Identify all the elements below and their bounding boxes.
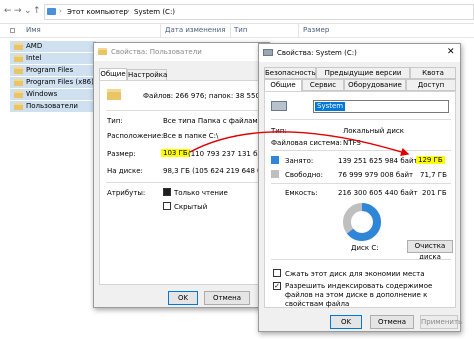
drive-cancel-button[interactable]: Отмена (370, 315, 414, 329)
compress-checkbox[interactable] (273, 269, 281, 277)
breadcrumb[interactable]: › Этот компьютер › System (C:) (44, 4, 474, 20)
hidden-label: Скрытый (174, 203, 208, 211)
folder-row[interactable]: Program Files (x86) (10, 77, 96, 89)
computer-icon (47, 8, 56, 15)
hidden-checkbox[interactable] (163, 202, 171, 210)
select-all-checkbox[interactable] (10, 28, 15, 33)
folder-row[interactable]: Program Files (10, 65, 96, 77)
disk-cleanup-button[interactable]: Очистка диска (407, 240, 453, 261)
folder-properties-dialog: Свойства: Пользователи Общие Настройка Ф… (93, 42, 277, 308)
folder-label: Intel (26, 54, 42, 62)
used-label: Занято: (285, 157, 314, 165)
tab-hardware[interactable]: Оборудование (344, 79, 406, 91)
folder-row[interactable]: Windows (10, 89, 96, 101)
recent-dropdown-icon[interactable]: ⌄ (24, 6, 32, 16)
readonly-checkbox[interactable] (163, 188, 171, 196)
location-value: Все в папке C:\ (163, 132, 219, 140)
size-value-highlight: 103 ГБ (161, 149, 190, 157)
folder-icon (14, 103, 23, 110)
folder-cancel-button[interactable]: Отмена (204, 291, 250, 305)
close-icon[interactable]: ✕ (447, 47, 455, 57)
readonly-label: Только чтение (174, 189, 228, 197)
folder-icon (14, 91, 23, 98)
capacity-size: 201 ГБ (422, 189, 447, 197)
drive-large-icon (271, 101, 287, 111)
attributes-label: Атрибуты: (107, 189, 146, 197)
folder-icon (98, 48, 107, 55)
disk-label: Диск C: (351, 244, 379, 252)
drive-properties-dialog: Свойства: System (C:) ✕ Безопасность Пре… (258, 43, 462, 332)
column-headers: Имя Дата изменения Тип Размер (0, 24, 474, 38)
on-disk-label: На диске: (107, 167, 143, 175)
filesystem-label: Файловая система: (271, 139, 343, 147)
tab-sharing[interactable]: Доступ (406, 79, 456, 91)
folder-icon (14, 43, 23, 50)
folder-label: Program Files (x86) (26, 78, 94, 86)
folder-summary: Файлов: 266 976; папок: 38 550 (143, 92, 260, 100)
drive-name-input[interactable]: System (313, 100, 449, 113)
folder-label: Пользователи (26, 102, 78, 110)
folder-row[interactable]: Пользователи (10, 101, 96, 113)
column-name[interactable]: Имя (26, 26, 41, 34)
drive-type-label: Тип: (271, 127, 287, 135)
folder-label: AMD (26, 42, 43, 50)
tab-previous-versions[interactable]: Предыдущие версии (316, 67, 410, 79)
column-type[interactable]: Тип (234, 26, 247, 34)
up-arrow-icon[interactable]: ↑ (33, 6, 41, 16)
folder-large-icon (107, 89, 121, 100)
index-label: Разрешить индексировать содержимое файло… (285, 282, 433, 308)
drive-dialog-titlebar: Свойства: System (C:) ✕ (259, 44, 460, 62)
forward-arrow-icon[interactable]: → (14, 6, 22, 16)
folder-row[interactable]: AMD (10, 41, 96, 53)
filesystem-value: NTFS (343, 139, 361, 147)
disk-usage-donut (343, 203, 381, 241)
capacity-label: Емкость: (285, 189, 318, 197)
breadcrumb-item-drive[interactable]: System (C:) (134, 8, 175, 16)
free-color-swatch (271, 170, 279, 178)
folder-dialog-title: Свойства: Пользователи (111, 48, 202, 56)
type-label: Тип: (107, 117, 123, 125)
compress-label: Сжать этот диск для экономии места (285, 270, 425, 278)
folder-ok-button[interactable]: OK (168, 291, 198, 305)
column-size[interactable]: Размер (303, 26, 329, 34)
apply-button[interactable]: Применить (420, 315, 462, 329)
used-color-swatch (271, 156, 279, 164)
drive-ok-button[interactable]: OK (330, 315, 362, 329)
drive-name-value: System (315, 102, 346, 111)
tab-quota[interactable]: Квота (410, 67, 456, 79)
folder-icon (14, 79, 23, 86)
folder-general-panel: Файлов: 266 976; папок: 38 550 Тип: Все … (99, 80, 277, 285)
folder-icon (14, 67, 23, 74)
explorer-address-bar: ← → ⌄ ↑ › Этот компьютер › System (C:) (0, 0, 474, 24)
free-label: Свободно: (285, 171, 323, 179)
folder-label: Windows (26, 90, 58, 98)
used-bytes: 139 251 625 984 байт (338, 157, 418, 165)
folder-dialog-titlebar: Свойства: Пользователи (94, 43, 269, 61)
breadcrumb-item-computer[interactable]: Этот компьютер (67, 8, 128, 16)
drive-icon (263, 49, 273, 56)
column-date[interactable]: Дата изменения (165, 26, 225, 34)
drive-dialog-title: Свойства: System (C:) (277, 49, 357, 57)
drive-general-panel: System Тип: Локальный диск Файловая сист… (264, 91, 456, 308)
index-checkbox[interactable]: ✓ (273, 282, 281, 290)
tab-security[interactable]: Безопасность (264, 67, 316, 79)
tab-tools[interactable]: Сервис (302, 79, 344, 91)
type-value: Все типа Папка с файлами (163, 117, 263, 125)
drive-type-value: Локальный диск (343, 127, 405, 135)
folder-row[interactable]: Intel (10, 53, 96, 65)
back-arrow-icon[interactable]: ← (4, 6, 12, 16)
capacity-bytes: 216 300 605 440 байт (338, 189, 418, 197)
used-size-highlight: 129 ГБ (416, 156, 445, 164)
free-size: 71,7 ГБ (420, 171, 447, 179)
size-label: Размер: (107, 150, 136, 158)
folder-label: Program Files (26, 66, 74, 74)
free-bytes: 76 999 979 008 байт (338, 171, 414, 179)
folder-icon (14, 55, 23, 62)
location-label: Расположение: (107, 132, 164, 140)
